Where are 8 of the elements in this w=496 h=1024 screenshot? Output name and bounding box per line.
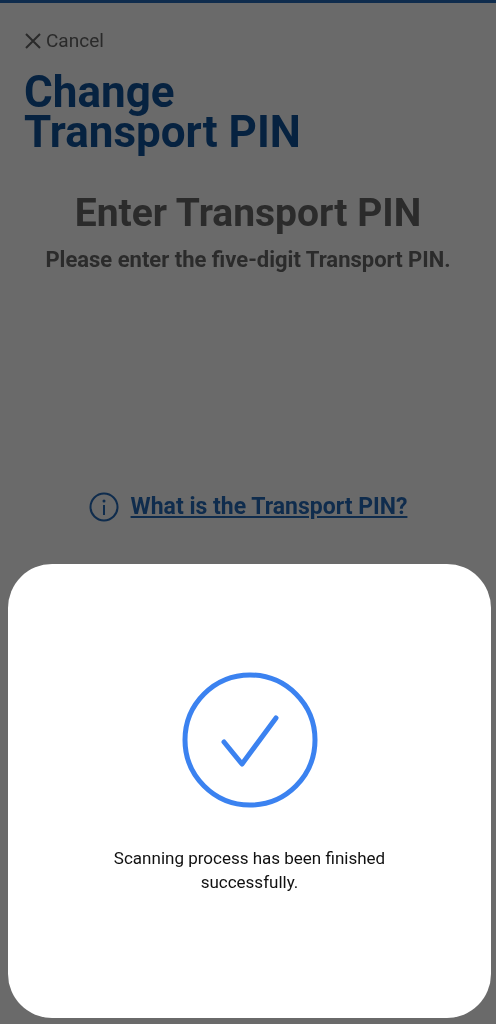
info-link[interactable]: What is the Transport PIN? <box>130 489 408 524</box>
info-icon <box>88 491 119 522</box>
checkmark-circle-icon <box>181 672 318 808</box>
cancel-button[interactable]: Cancel <box>24 27 104 56</box>
section-heading: Enter Transport PIN <box>73 189 423 236</box>
status-message: Scanning process has been finished successfully. <box>112 847 387 894</box>
close-icon <box>24 32 42 51</box>
description-text: Please enter the five-digit Transport PIN. <box>44 247 452 272</box>
